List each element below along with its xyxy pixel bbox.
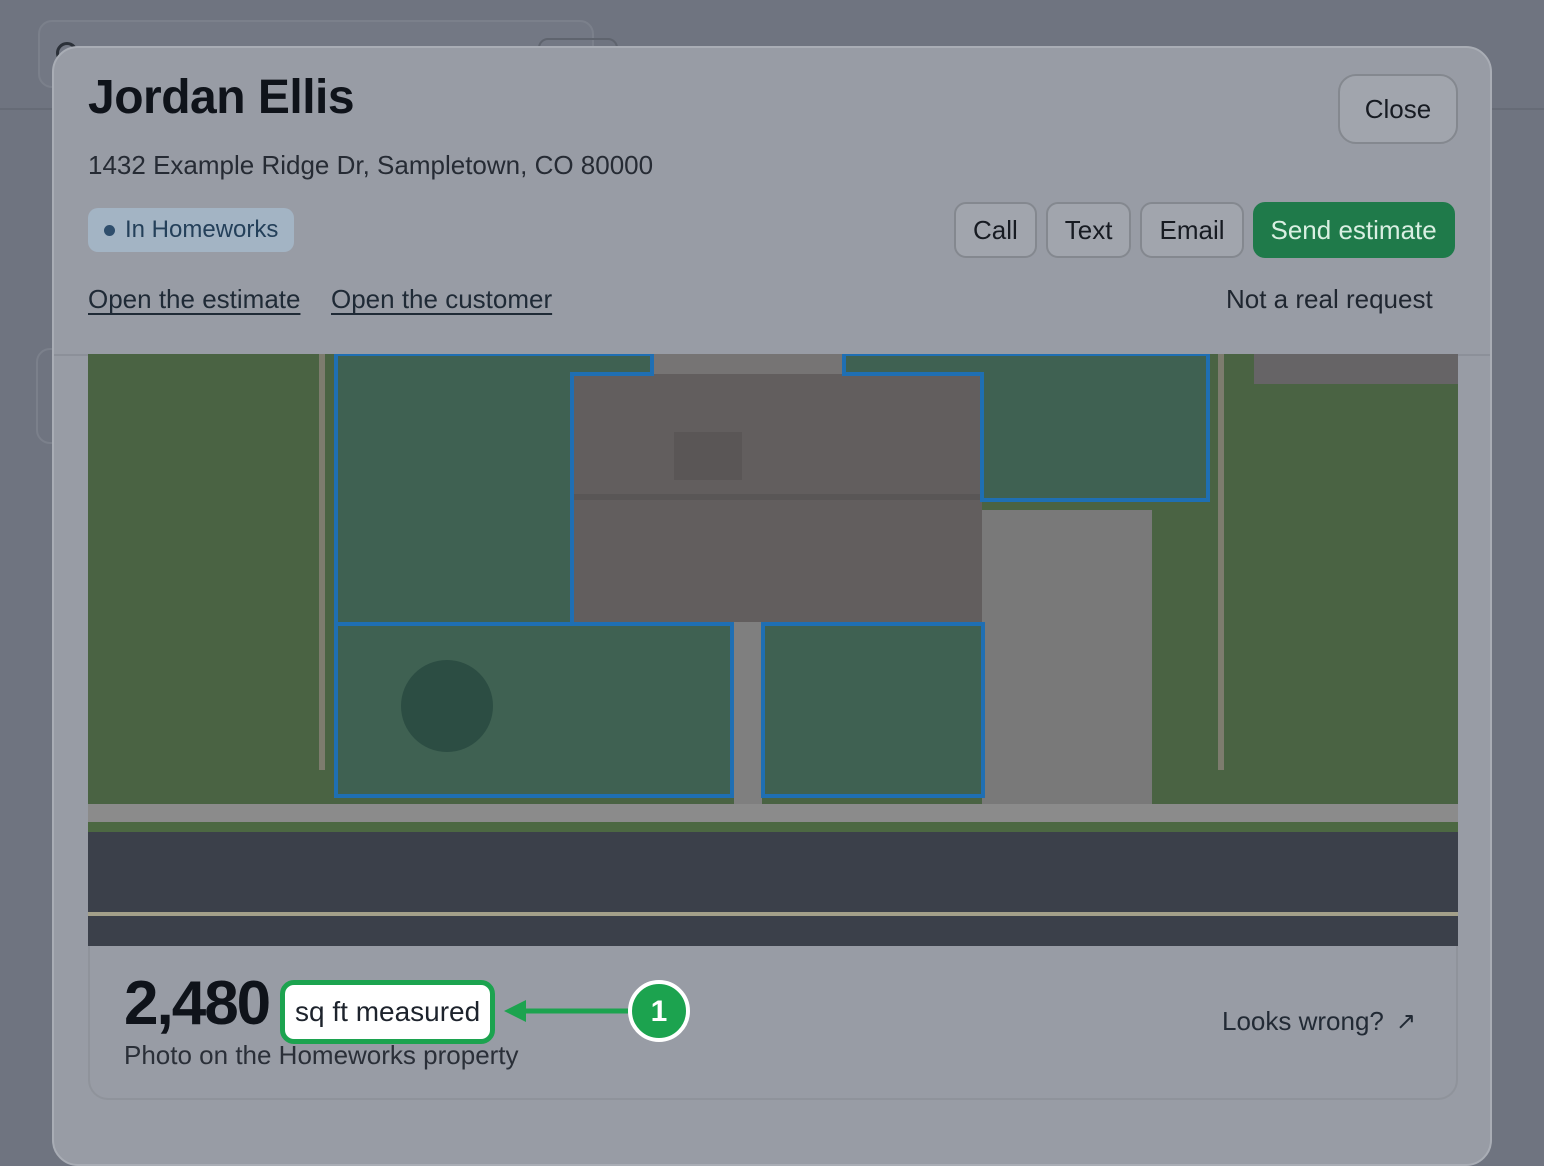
dot-icon xyxy=(104,224,115,236)
measurement-panel: 2,480 sq ft measured Photo on the Homewo… xyxy=(88,946,1458,1100)
call-button[interactable]: Call xyxy=(954,202,1037,258)
open-customer-link[interactable]: Open the customer xyxy=(331,284,552,315)
not-real-request-button[interactable]: Not a real request xyxy=(1226,284,1433,315)
modal-header: Jordan Ellis Close 1432 Example Ridge Dr… xyxy=(54,48,1490,356)
photo-caption: Photo on the Homeworks property xyxy=(124,1040,519,1070)
open-estimate-link[interactable]: Open the estimate xyxy=(88,284,300,315)
looks-wrong-link[interactable]: Looks wrong? ↗ xyxy=(1222,1006,1416,1037)
email-button[interactable]: Email xyxy=(1140,202,1244,258)
contact-actions: Call Text Email Send estimate xyxy=(954,202,1455,258)
status-badge-label: In Homeworks xyxy=(125,216,279,243)
arrow-up-right-icon: ↗ xyxy=(1395,1008,1416,1035)
close-button[interactable]: Close xyxy=(1338,74,1458,144)
map-image xyxy=(88,354,1458,946)
property-address: 1432 Example Ridge Dr, Sampletown, CO 80… xyxy=(88,150,654,180)
annotation-arrowhead xyxy=(504,1000,526,1022)
measured-area-value: 2,480 xyxy=(124,969,271,1038)
looks-wrong-label: Looks wrong? xyxy=(1222,1006,1384,1036)
status-badge: In Homeworks xyxy=(88,208,295,252)
aerial-property-map xyxy=(88,354,1458,946)
text-button[interactable]: Text xyxy=(1045,202,1132,258)
send-estimate-button[interactable]: Send estimate xyxy=(1252,202,1455,258)
customer-name: Jordan Ellis xyxy=(88,71,355,124)
request-detail-modal: Jordan Ellis Close 1432 Example Ridge Dr… xyxy=(52,46,1492,1166)
measured-area-unit: sq ft measured xyxy=(280,980,496,1044)
annotation-marker: 1 xyxy=(651,995,668,1028)
annotation-callout: 1 xyxy=(504,980,690,1042)
